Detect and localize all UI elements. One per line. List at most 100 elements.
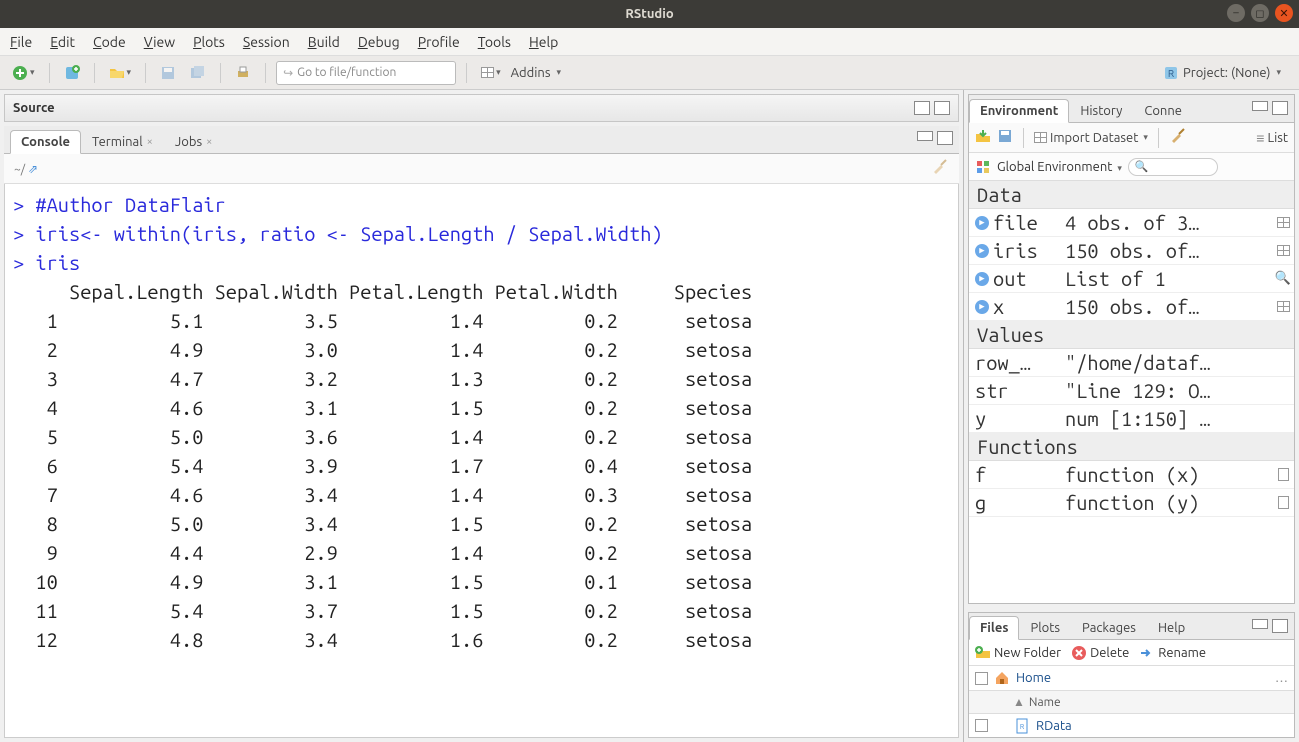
rdata-file-icon: R [1014,718,1030,734]
expand-icon[interactable]: ▶ [975,272,989,286]
console-output[interactable]: > #Author DataFlair > iris<- within(iris… [4,184,959,738]
env-row[interactable]: ▶file4 obs. of 3… [969,209,1294,237]
env-row[interactable]: ▶outList of 1🔍 [969,265,1294,293]
svg-text:R: R [1020,723,1025,731]
delete-button[interactable]: Delete [1071,645,1129,661]
files-toolbar: New Folder Delete Rename [969,640,1294,667]
view-data-icon[interactable] [1277,245,1290,256]
menubar: File Edit Code View Plots Session Build … [0,28,1299,56]
tab-history[interactable]: History [1069,99,1133,122]
new-file-button[interactable]: ▾ [8,63,39,83]
files-tabs: Files Plots Packages Help [969,613,1294,640]
svg-text:R: R [1168,68,1174,79]
expand-icon[interactable]: ▶ [975,300,989,314]
env-row[interactable]: ffunction (x) [969,461,1294,489]
tab-environment[interactable]: Environment [969,99,1069,123]
env-row[interactable]: ynum [1:150] … [969,405,1294,433]
file-name: RData [1036,719,1072,733]
expand-icon[interactable]: ▶ [975,244,989,258]
files-min-icon[interactable] [1252,619,1268,629]
tab-plots[interactable]: Plots [1019,616,1071,639]
rename-button[interactable]: Rename [1139,645,1206,661]
menu-edit[interactable]: Edit [50,34,75,50]
window-controls: – ◻ ✕ [1227,4,1293,22]
print-button[interactable] [231,63,255,83]
close-icon[interactable]: × [147,136,153,148]
source-pane-maximize-icon[interactable] [934,101,950,115]
home-link[interactable]: Home [1016,671,1051,685]
save-workspace-icon[interactable] [997,128,1013,147]
tab-jobs[interactable]: Jobs× [164,130,223,153]
window-title: RStudio [625,7,673,21]
menu-profile[interactable]: Profile [418,34,460,50]
menu-plots[interactable]: Plots [193,34,225,50]
source-pane-layout-icon[interactable] [914,101,930,115]
save-button[interactable] [156,63,180,83]
more-icon[interactable]: … [1275,671,1288,685]
main-toolbar: ▾ ▾ ↪ Go to file/function ▾ [0,56,1299,90]
menu-file[interactable]: File [10,34,32,50]
environment-tabs: Environment History Conne [969,95,1294,123]
menu-build[interactable]: Build [308,34,340,50]
tab-terminal[interactable]: Terminal× [81,130,164,153]
console-max-icon[interactable] [937,131,953,145]
search-icon[interactable]: 🔍 [1275,271,1291,286]
env-min-icon[interactable] [1252,101,1268,111]
menu-code[interactable]: Code [93,34,126,50]
new-project-button[interactable] [60,63,84,83]
goto-file-function-input[interactable]: ↪ Go to file/function [276,61,456,85]
maximize-button[interactable]: ◻ [1251,4,1269,22]
menu-help[interactable]: Help [529,34,558,50]
list-view-toggle[interactable]: ≡ List [1256,130,1288,146]
import-dataset-dropdown[interactable]: Import Dataset ▾ [1034,131,1148,145]
broom-icon[interactable] [931,158,949,179]
env-row[interactable]: gfunction (y) [969,489,1294,517]
console-tabs: Console Terminal× Jobs× [4,126,959,154]
menu-view[interactable]: View [144,34,175,50]
goto-arrow-icon: ↪ [283,66,293,80]
project-selector[interactable]: R Project: (None) ▾ [1163,65,1291,81]
goto-placeholder: Go to file/function [297,66,396,79]
doc-icon[interactable] [1278,468,1289,481]
grid-view-button[interactable]: ▾ [477,65,505,80]
tab-help[interactable]: Help [1147,616,1196,639]
globe-icon [975,159,991,175]
expand-icon[interactable]: ▶ [975,216,989,230]
console-path-bar: ~/ ⇗ [4,154,959,184]
tab-packages[interactable]: Packages [1071,616,1147,639]
files-name-header[interactable]: ▲Name [969,691,1294,714]
new-folder-button[interactable]: New Folder [975,645,1061,661]
env-max-icon[interactable] [1272,101,1288,115]
view-data-icon[interactable] [1277,301,1290,312]
files-max-icon[interactable] [1272,619,1288,633]
env-row[interactable]: ▶iris150 obs. of… [969,237,1294,265]
menu-tools[interactable]: Tools [478,34,511,50]
env-row[interactable]: ▶x150 obs. of… [969,293,1294,321]
env-row[interactable]: row_…"/home/dataf… [969,349,1294,377]
file-row[interactable]: R RData [969,714,1294,737]
tab-console[interactable]: Console [10,130,81,154]
tab-connections[interactable]: Conne [1133,99,1193,122]
home-icon [994,670,1010,686]
env-row[interactable]: str"Line 129: O… [969,377,1294,405]
file-checkbox[interactable] [975,719,988,732]
open-file-button[interactable]: ▾ [105,63,136,83]
environment-toolbar: Import Dataset ▾ ≡ List [969,123,1294,153]
save-all-button[interactable] [186,63,210,83]
close-button[interactable]: ✕ [1275,4,1293,22]
load-workspace-icon[interactable] [975,128,991,147]
tab-files[interactable]: Files [969,616,1019,640]
clear-workspace-icon[interactable] [1169,127,1187,148]
doc-icon[interactable] [1278,496,1289,509]
files-pane: Files Plots Packages Help New Folder Del… [968,612,1295,738]
addins-dropdown[interactable]: Addins ▾ [511,66,561,80]
menu-session[interactable]: Session [243,34,290,50]
environment-scope-dropdown[interactable]: Global Environment ▾ [997,160,1122,174]
view-data-icon[interactable] [1277,217,1290,228]
console-min-icon[interactable] [917,131,933,141]
select-all-checkbox[interactable] [975,672,988,685]
minimize-button[interactable]: – [1227,4,1245,22]
close-icon[interactable]: × [206,136,212,148]
environment-search-input[interactable] [1128,158,1218,176]
menu-debug[interactable]: Debug [358,34,400,50]
